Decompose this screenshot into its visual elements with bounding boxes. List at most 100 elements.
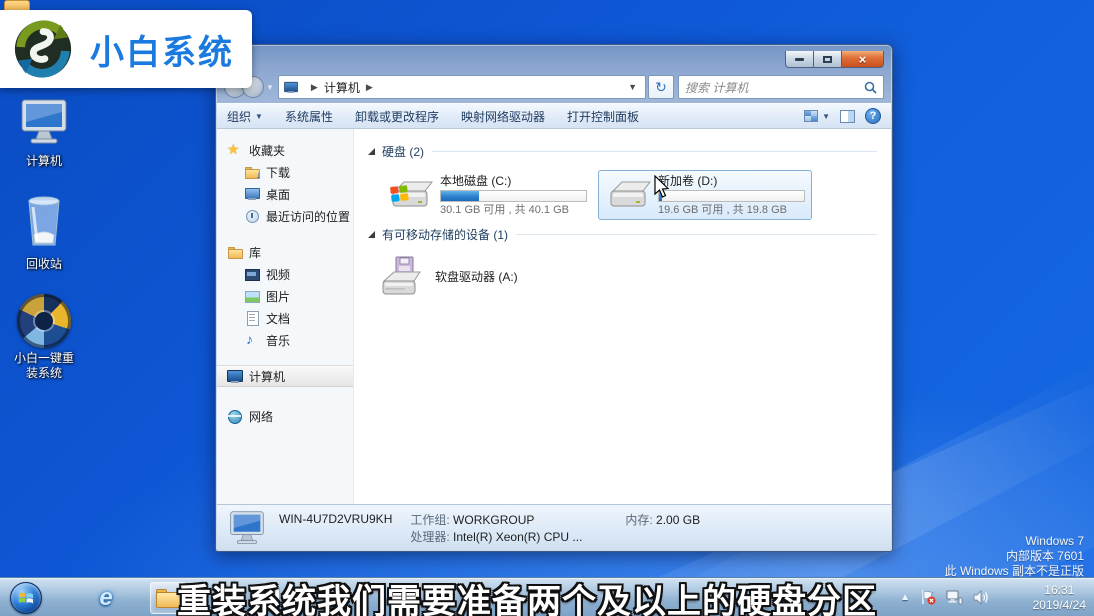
- network-icon: [227, 408, 243, 424]
- libraries-icon: [227, 244, 243, 260]
- group-header-hard-disks[interactable]: 硬盘 (2): [368, 143, 877, 160]
- brand-watermark-card: 小白系统: [0, 10, 252, 88]
- sidebar-item-favorites[interactable]: 收藏夹: [217, 139, 353, 161]
- windows-flag-icon: [18, 590, 34, 606]
- desktop-icon: [244, 186, 260, 202]
- search-icon[interactable]: [864, 81, 877, 94]
- speaker-icon[interactable]: [973, 590, 990, 605]
- change-view-button[interactable]: ▼: [804, 110, 830, 122]
- command-bar: 组织▼ 系统属性 卸载或更改程序 映射网络驱动器 打开控制面板 ▼ ?: [217, 103, 891, 129]
- sidebar-item-music[interactable]: 音乐: [217, 329, 353, 351]
- help-button[interactable]: ?: [865, 108, 881, 124]
- sidebar-item-recent-places[interactable]: 最近访问的位置: [217, 205, 353, 227]
- breadcrumb-arrow-icon[interactable]: ▶: [366, 82, 373, 93]
- drive-name: 本地磁盘 (C:): [440, 174, 587, 188]
- sidebar-item-downloads[interactable]: ↓ 下载: [217, 161, 353, 183]
- drive-capacity-text: 19.6 GB 可用 , 共 19.8 GB: [658, 204, 805, 217]
- minimize-button[interactable]: [785, 51, 814, 68]
- sidebar-item-desktop[interactable]: 桌面: [217, 183, 353, 205]
- chevron-down-icon: ▼: [255, 112, 263, 121]
- capacity-bar: [440, 190, 587, 202]
- search-input[interactable]: 搜索 计算机: [678, 75, 884, 99]
- navigation-bar: ▼ ▶ 计算机 ▶ ▼ ↻ 搜索 计算机: [216, 71, 892, 103]
- explorer-window: × ▼ ▶ 计算机 ▶ ▼ ↻ 搜索 计算机 组织▼ 系统属性 卸载或更改程序 …: [215, 44, 893, 552]
- sidebar-item-libraries[interactable]: 库: [217, 241, 353, 263]
- drive-c-tile[interactable]: 本地磁盘 (C:) 30.1 GB 可用 , 共 40.1 GB: [380, 170, 594, 220]
- recent-places-icon: [244, 208, 260, 224]
- workgroup-field: 工作组: WORKGROUP: [410, 512, 625, 529]
- floppy-drive-name: 软盘驱动器 (A:): [435, 270, 518, 284]
- taskbar-clock[interactable]: 16:31 2019/4/24: [1033, 583, 1086, 613]
- watermark-line: 内部版本 7601: [945, 549, 1084, 564]
- system-properties-button[interactable]: 系统属性: [285, 108, 333, 125]
- desktop-icon-label: 计算机: [6, 154, 82, 169]
- preview-pane-button[interactable]: [840, 110, 855, 123]
- refresh-button[interactable]: ↻: [648, 75, 674, 99]
- processor-field: 处理器: Intel(R) Xeon(R) CPU ...: [410, 529, 625, 546]
- taskbar-app-button[interactable]: [252, 582, 288, 614]
- organize-menu[interactable]: 组织▼: [227, 108, 263, 125]
- drive-name: 新加卷 (D:): [658, 174, 805, 188]
- taskbar-explorer-button[interactable]: [150, 582, 186, 614]
- app-window-icon: [260, 587, 280, 609]
- sidebar-item-pictures[interactable]: 图片: [217, 285, 353, 307]
- close-button[interactable]: ×: [841, 51, 884, 68]
- floppy-drive-tile[interactable]: 软盘驱动器 (A:): [380, 255, 877, 299]
- desktop-icon-xiaobai-reinstall[interactable]: 小白一键重 装系统: [6, 294, 82, 381]
- brand-logo-icon: [12, 18, 74, 80]
- desktop: { "brand": { "name": "小白系统" }, "subtitle…: [0, 0, 1094, 616]
- network-icon[interactable]: [946, 590, 963, 605]
- map-network-drive-button[interactable]: 映射网络驱动器: [461, 108, 545, 125]
- music-icon: [244, 332, 260, 348]
- address-dropdown-icon[interactable]: ▼: [624, 82, 641, 92]
- taskbar: e ▲ 16:31 2019/4/24: [0, 578, 1094, 616]
- breadcrumb-computer[interactable]: 计算机: [324, 79, 360, 96]
- memory-field: 内存: 2.00 GB: [625, 512, 700, 529]
- mouse-cursor: [654, 175, 671, 199]
- desktop-icon-label: 回收站: [6, 257, 82, 272]
- watermark-line: Windows 7: [945, 534, 1084, 549]
- folder-icon: [156, 589, 180, 607]
- clock-time: 16:31: [1033, 583, 1086, 598]
- hard-drive-icon: [605, 175, 651, 215]
- details-pane: WIN-4U7D2VRU9KH 工作组: WORKGROUP 内存: 2.00 …: [217, 504, 891, 550]
- computer-name: WIN-4U7D2VRU9KH: [279, 512, 392, 526]
- computer-icon: [284, 80, 298, 94]
- caption-buttons: ×: [785, 51, 884, 68]
- show-hidden-icons-button[interactable]: ▲: [900, 592, 910, 603]
- sidebar-item-computer[interactable]: 计算机: [217, 365, 353, 387]
- file-list-area: 硬盘 (2): [354, 129, 891, 504]
- start-button[interactable]: [10, 582, 42, 614]
- download-folder-icon: ↓: [244, 164, 260, 180]
- action-center-flag-icon[interactable]: [920, 589, 936, 605]
- windows-watermark: Windows 7 内部版本 7601 此 Windows 副本不是正版: [945, 534, 1084, 579]
- hard-drive-icon: [387, 175, 433, 215]
- recycle-bin-icon: [19, 193, 69, 249]
- star-icon: [227, 142, 243, 158]
- xiaobai-app-icon: [17, 294, 71, 348]
- computer-icon: [227, 368, 243, 384]
- maximize-button[interactable]: [814, 51, 841, 68]
- brand-name: 小白系统: [90, 25, 234, 74]
- desktop-icon-recycle-bin[interactable]: 回收站: [6, 193, 82, 272]
- breadcrumb-arrow-icon: ▶: [311, 82, 318, 93]
- sidebar-item-network[interactable]: 网络: [217, 405, 353, 427]
- address-bar[interactable]: ▶ 计算机 ▶ ▼: [278, 75, 646, 99]
- collapse-triangle-icon: [368, 231, 375, 238]
- sidebar-item-videos[interactable]: 视频: [217, 263, 353, 285]
- documents-icon: [244, 310, 260, 326]
- chevron-down-icon: ▼: [822, 112, 830, 121]
- open-control-panel-button[interactable]: 打开控制面板: [567, 108, 639, 125]
- clock-date: 2019/4/24: [1033, 598, 1086, 613]
- sidebar-item-documents[interactable]: 文档: [217, 307, 353, 329]
- computer-icon: [227, 510, 267, 546]
- system-tray: ▲: [900, 589, 990, 605]
- desktop-icon-computer[interactable]: 计算机: [6, 98, 82, 169]
- group-header-removable-devices[interactable]: 有可移动存储的设备 (1): [368, 226, 877, 243]
- collapse-triangle-icon: [368, 148, 375, 155]
- history-dropdown-icon[interactable]: ▼: [266, 83, 274, 92]
- views-icon: [804, 110, 818, 122]
- taskbar-ie-button[interactable]: e: [88, 582, 124, 614]
- drive-d-tile[interactable]: 新加卷 (D:) 19.6 GB 可用 , 共 19.8 GB: [598, 170, 812, 220]
- uninstall-program-button[interactable]: 卸载或更改程序: [355, 108, 439, 125]
